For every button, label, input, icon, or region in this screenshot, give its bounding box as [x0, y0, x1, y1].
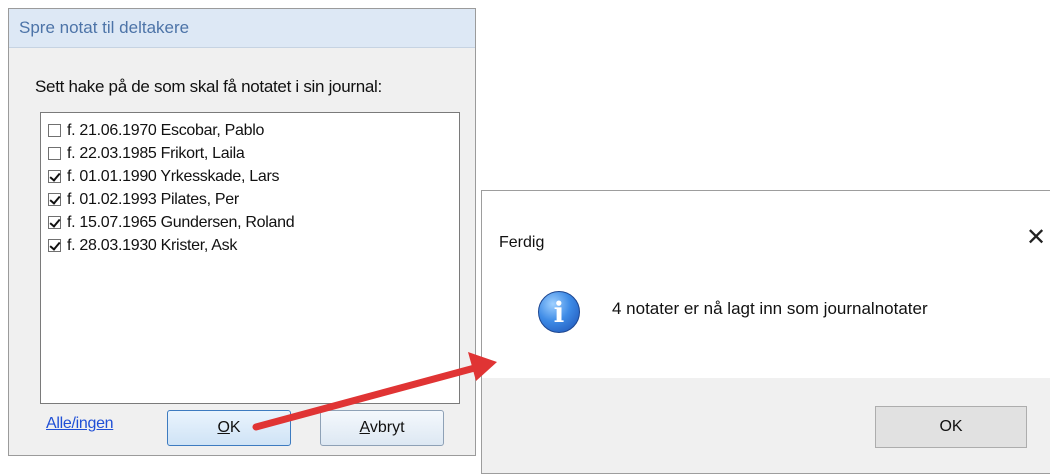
- annotation-arrow: [252, 352, 497, 431]
- arrow-head: [468, 352, 497, 381]
- arrow-shaft: [252, 362, 486, 431]
